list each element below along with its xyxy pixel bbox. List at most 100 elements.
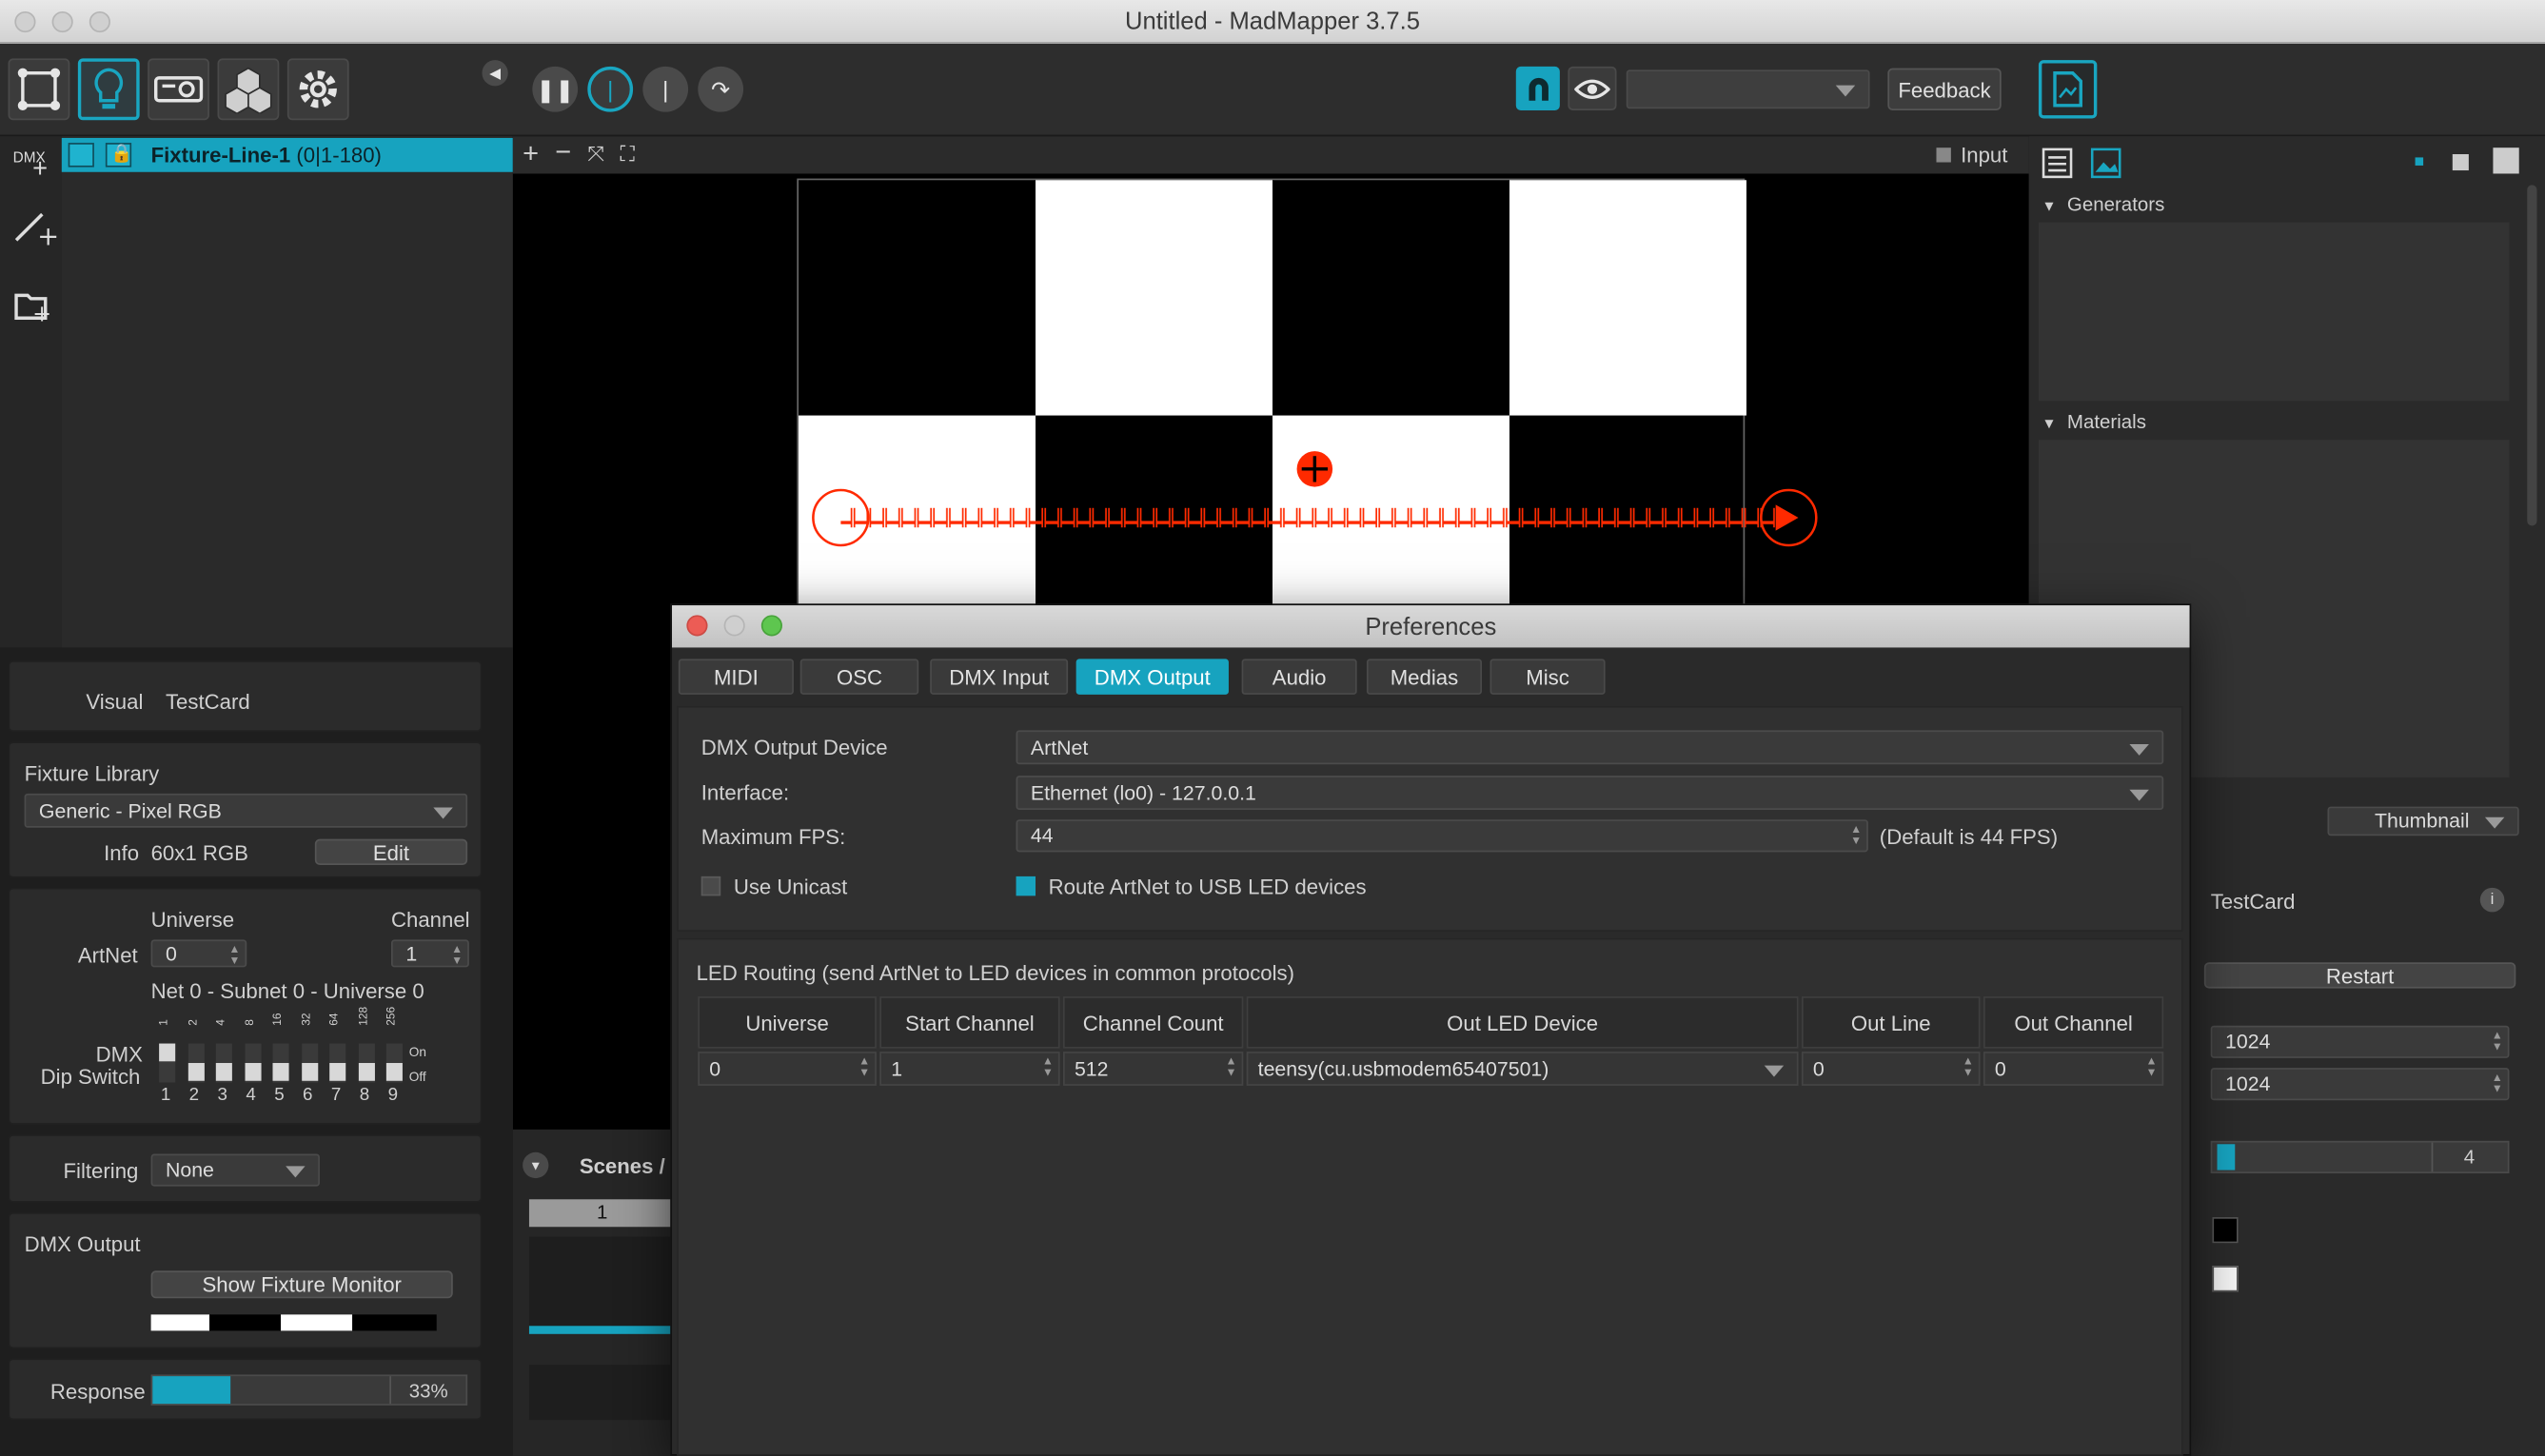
table-cell[interactable]: 1 ▲ ▼ xyxy=(879,1052,1060,1086)
filtering-select[interactable]: None xyxy=(150,1153,320,1187)
out-led-device-select[interactable]: teensy(cu.usbmodem65407501) xyxy=(1246,1052,1799,1086)
visual-value[interactable]: TestCard xyxy=(166,690,250,715)
play-bar-icon: | xyxy=(607,76,614,103)
surfaces-icon xyxy=(17,68,61,110)
visibility-checkbox[interactable] xyxy=(68,143,94,167)
scene-slot-2[interactable] xyxy=(528,1365,676,1421)
tab-misc[interactable]: Misc xyxy=(1490,659,1606,695)
canvas-toolbar: + − ⤧ ⛶ Input xyxy=(512,136,2029,174)
add-dmx-fixture-button[interactable]: DMX + xyxy=(13,149,48,184)
universe-stepper[interactable]: 0 ▲ ▼ xyxy=(150,939,247,968)
fixtures-mode-button[interactable] xyxy=(77,58,140,121)
dip-switch-toggle[interactable] xyxy=(187,1043,205,1083)
dip-switch-toggle[interactable] xyxy=(385,1043,403,1083)
image-view-icon[interactable] xyxy=(2090,148,2121,179)
output-select[interactable] xyxy=(1626,69,1870,109)
dmx-output-label: DMX Output xyxy=(24,1231,141,1256)
small-size-toggle[interactable] xyxy=(2415,157,2424,166)
table-cell[interactable]: 0 ▲ ▼ xyxy=(698,1052,877,1086)
show-fixture-monitor-button[interactable]: Show Fixture Monitor xyxy=(150,1270,453,1299)
dip-switch-toggle[interactable] xyxy=(358,1043,375,1083)
preview-toggle[interactable] xyxy=(1568,66,1617,110)
table-cell[interactable]: 0 ▲ ▼ xyxy=(1801,1052,1981,1086)
3d-mode-button[interactable] xyxy=(217,58,280,121)
table-cell[interactable]: 0 ▲ ▼ xyxy=(1983,1052,2164,1086)
settings-button[interactable] xyxy=(286,58,349,121)
feedback-button[interactable]: Feedback xyxy=(1887,68,2002,110)
dip-index-label: 9 xyxy=(387,1085,399,1106)
dip-switch-toggle[interactable] xyxy=(301,1043,318,1083)
channel-stepper[interactable]: 1 ▲ ▼ xyxy=(390,939,469,968)
device-select[interactable]: ArtNet xyxy=(1016,730,2164,765)
restart-material-button[interactable]: Restart xyxy=(2203,962,2516,989)
dip-switch-toggle[interactable] xyxy=(215,1043,232,1083)
fps-stepper[interactable]: 44 ▲ ▼ xyxy=(1016,819,1868,853)
info-label: Info xyxy=(104,840,140,865)
color-swatch-white[interactable] xyxy=(2212,1266,2239,1292)
universe-label: Universe xyxy=(150,907,235,932)
projector-icon xyxy=(154,76,204,103)
dip-weight-label: 8 xyxy=(244,1019,256,1026)
stop-bar-icon: | xyxy=(662,76,669,103)
lock-toggle[interactable]: 🔒 xyxy=(105,143,132,167)
height-stepper[interactable]: 1024 ▲ ▼ xyxy=(2210,1068,2510,1101)
speed-slider[interactable]: 4 xyxy=(2210,1140,2510,1173)
generators-header[interactable]: ▼ Generators xyxy=(2042,193,2164,216)
output-view-button[interactable] xyxy=(2038,60,2098,119)
pause-button[interactable]: ❚❚ xyxy=(532,66,579,112)
interface-select[interactable]: Ethernet (lo0) - 127.0.0.1 xyxy=(1016,776,2164,810)
info-icon[interactable]: i xyxy=(2479,887,2505,913)
response-slider[interactable]: 33% xyxy=(150,1374,468,1406)
laser-line-fixture[interactable] xyxy=(805,444,1827,574)
fixture-row[interactable]: 🔒 Fixture-Line-1 (0|1-180) xyxy=(61,137,513,172)
chevron-down-icon: ▼ xyxy=(529,1157,543,1173)
zoom-out-icon[interactable]: − xyxy=(555,136,571,168)
magnet-toggle[interactable] xyxy=(1515,66,1560,110)
play-button[interactable]: | xyxy=(587,66,634,112)
chevron-down-icon xyxy=(1835,85,1856,97)
route-artnet-checkbox[interactable] xyxy=(1016,876,1036,896)
medium-size-toggle[interactable] xyxy=(2452,154,2469,171)
width-stepper[interactable]: 1024 ▲ ▼ xyxy=(2210,1025,2510,1058)
add-line-fixture-icon[interactable]: + xyxy=(11,209,57,248)
scene-tab-1[interactable]: 1 xyxy=(528,1199,676,1228)
projectors-mode-button[interactable] xyxy=(148,58,209,121)
title-bar: Untitled - MadMapper 3.7.5 xyxy=(0,0,2545,45)
large-size-toggle[interactable] xyxy=(2493,148,2519,174)
tab-dmx-output[interactable]: DMX Output xyxy=(1075,659,1229,695)
list-view-icon[interactable] xyxy=(2042,148,2073,179)
svg-text:+: + xyxy=(37,223,56,248)
scene-slot[interactable] xyxy=(528,1236,676,1331)
library-scrollbar[interactable] xyxy=(2527,185,2537,526)
stop-button[interactable]: | xyxy=(642,66,689,112)
zoom-in-icon[interactable]: + xyxy=(523,138,539,170)
fixture-type-select[interactable]: Generic - Pixel RGB xyxy=(24,793,468,828)
tab-midi[interactable]: MIDI xyxy=(678,659,794,695)
tab-dmx-input[interactable]: DMX Input xyxy=(930,659,1069,695)
dip-switch-toggle[interactable] xyxy=(159,1043,176,1083)
use-unicast-checkbox[interactable] xyxy=(700,876,721,896)
add-folder-icon[interactable]: + xyxy=(11,285,57,325)
color-swatch-black[interactable] xyxy=(2212,1217,2239,1244)
edit-button[interactable]: Edit xyxy=(314,838,468,865)
view-mode-select[interactable]: Thumbnail xyxy=(2327,806,2519,836)
scenes-collapse-button[interactable]: ▼ xyxy=(523,1151,549,1179)
speed-value: 4 xyxy=(2463,1145,2476,1169)
fit-view-icon[interactable]: ⤧ xyxy=(587,141,604,167)
tab-medias[interactable]: Medias xyxy=(1366,659,1482,695)
magnet-icon xyxy=(1528,77,1549,100)
collapse-left-button[interactable]: ◀ xyxy=(482,60,508,87)
madmapper-window: Untitled - MadMapper 3.7.5 ◀ ❚❚ | | ↷ Fe… xyxy=(0,0,2545,1456)
surfaces-mode-button[interactable] xyxy=(8,58,70,121)
dip-weight-label: 128 xyxy=(358,1006,369,1026)
full-view-icon[interactable]: ⛶ xyxy=(620,141,635,167)
table-cell[interactable]: 512 ▲ ▼ xyxy=(1063,1052,1244,1086)
restart-button[interactable]: ↷ xyxy=(698,66,744,112)
materials-header[interactable]: ▼ Materials xyxy=(2042,410,2146,433)
dip-switch-toggle[interactable] xyxy=(244,1043,261,1083)
dip-switch-toggle[interactable] xyxy=(272,1043,289,1083)
dip-switch-toggle[interactable] xyxy=(329,1043,346,1083)
tab-osc[interactable]: OSC xyxy=(799,659,919,695)
input-checkbox[interactable] xyxy=(1936,148,1951,163)
tab-audio[interactable]: Audio xyxy=(1241,659,1357,695)
